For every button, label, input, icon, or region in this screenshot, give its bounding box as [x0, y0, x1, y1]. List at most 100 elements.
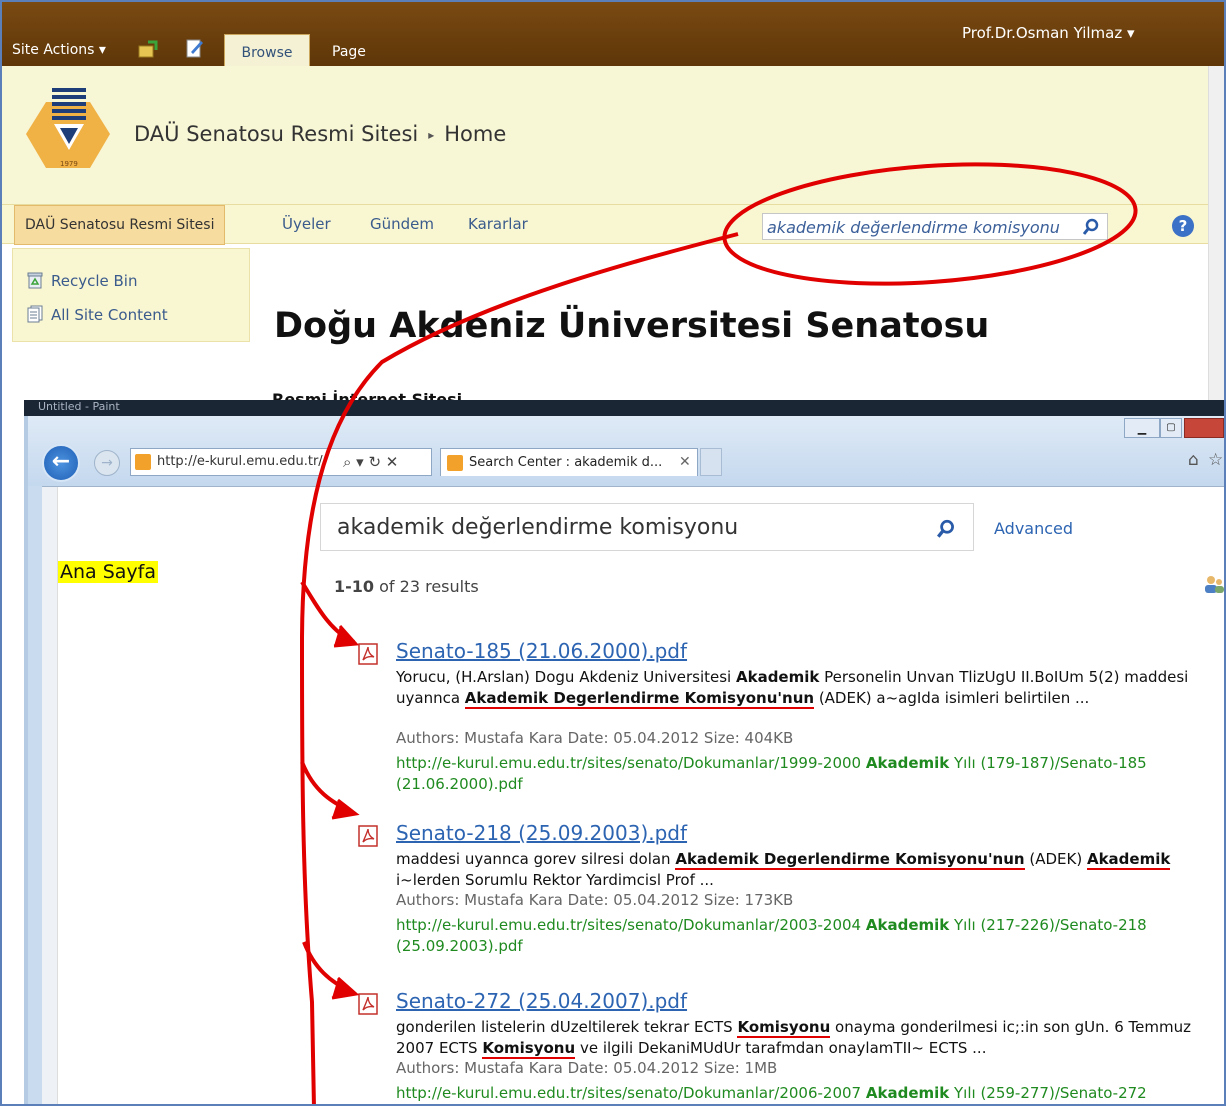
search-result: Senato-218 (25.09.2003).pdf maddesi uyan… — [358, 821, 1218, 955]
search-icon[interactable] — [1081, 217, 1101, 237]
search-center-box — [320, 503, 974, 551]
top-navigation: DAÜ Senatosu Resmi Sitesi Üyeler Gündem … — [2, 204, 1224, 245]
site-content-icon — [27, 305, 43, 323]
highlighted-term: Akademik Degerlendirme Komisyonu'nun — [675, 850, 1025, 870]
result-total: of 23 results — [379, 577, 479, 596]
nav-link-gundem[interactable]: Gündem — [370, 215, 434, 233]
page-heading: Doğu Akdeniz Üniversitesi Senatosu — [274, 306, 990, 346]
result-url[interactable]: http://e-kurul.emu.edu.tr/sites/senato/D… — [396, 1083, 1216, 1104]
highlighted-term: Komisyonu — [737, 1018, 831, 1038]
breadcrumb-current: Home — [444, 122, 507, 146]
result-snippet: gonderilen listelerin dUzeltilerek tekra… — [396, 1017, 1216, 1059]
pdf-file-icon — [358, 825, 378, 847]
result-meta: Authors: Mustafa Kara Date: 05.04.2012 S… — [396, 1059, 778, 1077]
result-count: 1-10 of 23 results — [334, 577, 479, 596]
people-search-icon[interactable] — [1202, 573, 1226, 595]
result-meta: Authors: Mustafa Kara Date: 05.04.2012 S… — [396, 891, 794, 909]
university-logo[interactable]: 1979 — [24, 84, 112, 174]
recycle-bin-label: Recycle Bin — [51, 272, 138, 290]
text-fragment: http://e-kurul.emu.edu.tr/sites/senato/D… — [396, 754, 866, 772]
sharepoint-ribbon: Site Actions ▾ Browse Page Prof.Dr.Osman… — [2, 2, 1224, 66]
result-snippet: maddesi uyannca gorev silresi dolan Akad… — [396, 849, 1216, 891]
help-icon[interactable]: ? — [1172, 215, 1194, 237]
text-fragment: (ADEK) — [1024, 850, 1087, 868]
address-bar[interactable]: http://e-kurul.emu.edu.tr/ ⌕ ▾ ↻ ✕ — [130, 448, 432, 476]
search-center-input[interactable] — [337, 512, 897, 542]
browser-window: ▁ ▢ ← → http://e-kurul.emu.edu.tr/ ⌕ ▾ ↻… — [24, 416, 1226, 1104]
site-favicon-icon — [135, 454, 151, 470]
text-fragment: http://e-kurul.emu.edu.tr/sites/senato/D… — [396, 1084, 866, 1102]
bold-term: Akademik — [735, 668, 820, 686]
result-title-link[interactable]: Senato-185 (21.06.2000).pdf — [396, 639, 687, 663]
text-fragment: maddesi uyannca gorev silresi dolan — [396, 850, 676, 868]
nav-home-link[interactable]: DAÜ Senatosu Resmi Sitesi — [14, 205, 226, 245]
result-url[interactable]: http://e-kurul.emu.edu.tr/sites/senato/D… — [396, 915, 1216, 957]
maximize-button[interactable]: ▢ — [1160, 418, 1182, 438]
search-icon[interactable] — [935, 518, 957, 540]
text-fragment: (ADEK) a~agIda isimleri belirtilen ... — [814, 689, 1090, 707]
result-meta: Authors: Mustafa Kara Date: 05.04.2012 S… — [396, 729, 794, 747]
text-fragment: gonderilen listelerin dUzeltilerek tekra… — [396, 1018, 738, 1036]
close-window-button[interactable] — [1184, 418, 1224, 438]
browser-scrollbar[interactable] — [42, 487, 58, 1104]
site-actions-menu[interactable]: Site Actions ▾ — [12, 42, 106, 58]
navigate-up-icon[interactable] — [138, 40, 158, 58]
text-fragment: i~lerden Sorumlu Rektor Yardimcisl Prof … — [396, 871, 714, 889]
bold-term: Akademik — [865, 1084, 950, 1102]
quick-launch-recycle-bin[interactable]: Recycle Bin — [27, 271, 137, 290]
search-result: Senato-185 (21.06.2000).pdf Yorucu, (H.A… — [358, 639, 1218, 793]
forward-arrow-icon[interactable]: → — [94, 450, 120, 476]
result-title-link[interactable]: Senato-218 (25.09.2003).pdf — [396, 821, 687, 845]
all-site-content-label: All Site Content — [51, 306, 168, 324]
pdf-file-icon — [358, 993, 378, 1015]
result-title-link[interactable]: Senato-272 (25.04.2007).pdf — [396, 989, 687, 1013]
bold-term: Akademik — [865, 754, 950, 772]
browser-tab-search-center[interactable]: Search Center : akademik d... ✕ — [440, 448, 698, 476]
new-tab-button[interactable] — [700, 448, 722, 476]
advanced-search-link[interactable]: Advanced — [994, 519, 1073, 538]
user-menu[interactable]: Prof.Dr.Osman Yilmaz ▾ — [962, 24, 1135, 42]
recycle-bin-icon — [27, 272, 43, 289]
ana-sayfa-link[interactable]: Ana Sayfa — [58, 561, 159, 583]
paint-title: Untitled - Paint — [38, 400, 120, 413]
logo-year: 1979 — [60, 160, 78, 168]
address-url[interactable]: http://e-kurul.emu.edu.tr/ — [157, 454, 323, 469]
tab-title: Search Center : akademik d... — [469, 455, 663, 470]
tab-page[interactable]: Page — [332, 44, 366, 60]
pdf-file-icon — [358, 643, 378, 665]
edit-page-icon[interactable] — [186, 38, 204, 58]
text-fragment: http://e-kurul.emu.edu.tr/sites/senato/D… — [396, 916, 866, 934]
quick-launch: Recycle Bin All Site Content — [12, 248, 250, 342]
highlighted-term: Komisyonu — [482, 1039, 576, 1059]
site-search-input[interactable] — [767, 217, 1073, 237]
search-result: Senato-272 (25.04.2007).pdf gonderilen l… — [358, 989, 1218, 1104]
site-search-box — [762, 213, 1108, 240]
breadcrumb: DAÜ Senatosu Resmi Sitesi ▸ Home — [134, 122, 506, 146]
site-header: 1979 DAÜ Senatosu Resmi Sitesi ▸ Home — [2, 66, 1224, 204]
highlighted-term: Akademik Degerlendirme Komisyonu'nun — [464, 689, 815, 709]
nav-link-kararlar[interactable]: Kararlar — [468, 215, 528, 233]
home-icon[interactable]: ⌂ — [1188, 450, 1199, 470]
bold-term: Akademik — [865, 916, 950, 934]
text-fragment: Yorucu, (H.Arslan) Dogu Akdeniz Universi… — [396, 668, 736, 686]
breadcrumb-separator: ▸ — [428, 128, 435, 142]
address-controls[interactable]: ⌕ ▾ ↻ ✕ — [343, 453, 398, 471]
result-range: 1-10 — [334, 577, 375, 596]
browser-toolbar: ▁ ▢ ← → http://e-kurul.emu.edu.tr/ ⌕ ▾ ↻… — [28, 416, 1224, 486]
result-snippet: Yorucu, (H.Arslan) Dogu Akdeniz Universi… — [396, 667, 1216, 709]
result-url[interactable]: http://e-kurul.emu.edu.tr/sites/senato/D… — [396, 753, 1216, 795]
minimize-button[interactable]: ▁ — [1124, 418, 1160, 438]
favorites-star-icon[interactable]: ☆ — [1208, 450, 1223, 470]
browser-content: Advanced Ana Sayfa 1-10 of 23 results Se… — [42, 486, 1226, 1104]
screenshot-frame: Site Actions ▾ Browse Page Prof.Dr.Osman… — [0, 0, 1226, 1106]
tab-favicon-icon — [447, 455, 463, 471]
tab-close-icon[interactable]: ✕ — [679, 454, 691, 470]
back-arrow-icon[interactable]: ← — [42, 444, 80, 482]
nav-link-uyeler[interactable]: Üyeler — [282, 215, 331, 233]
tab-browse[interactable]: Browse — [224, 34, 310, 66]
breadcrumb-site[interactable]: DAÜ Senatosu Resmi Sitesi — [134, 122, 418, 146]
quick-launch-all-site-content[interactable]: All Site Content — [27, 305, 168, 324]
paint-title-bar: Untitled - Paint — [24, 400, 1224, 416]
text-fragment: ve ilgili DekaniMUdUr tarafmdan onaylamT… — [575, 1039, 987, 1057]
page-scrollbar[interactable] — [1208, 66, 1224, 406]
